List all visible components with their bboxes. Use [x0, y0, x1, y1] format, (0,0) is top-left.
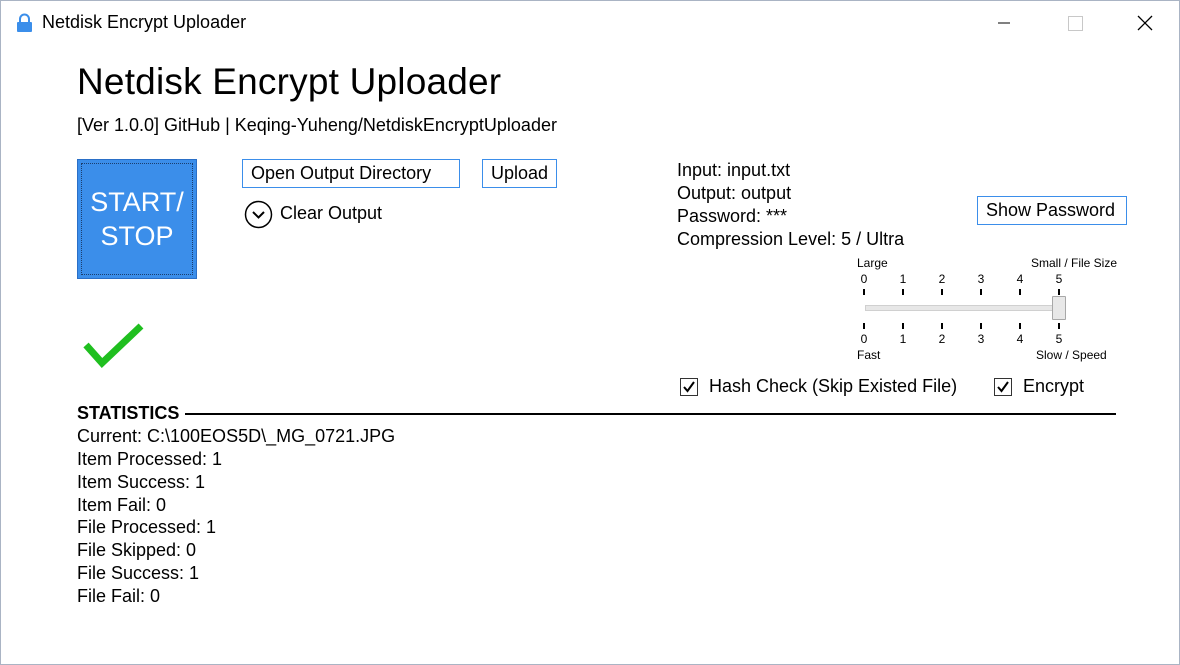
stat-file-skipped: File Skipped: 0 [77, 540, 197, 560]
tick-label-bottom: 4 [1016, 332, 1024, 346]
minimize-button[interactable] [981, 1, 1027, 45]
open-output-directory-button[interactable]: Open Output Directory [242, 159, 460, 188]
check-icon [683, 381, 695, 393]
tick-mark [863, 289, 865, 295]
show-password-button[interactable]: Show Password [977, 196, 1127, 225]
stat-item-fail: Item Fail: 0 [77, 495, 167, 515]
tick-label-bottom: 5 [1055, 332, 1063, 346]
tick-label-bottom: 1 [899, 332, 907, 346]
output-info: Output: output [677, 183, 792, 203]
slider-track[interactable] [865, 305, 1063, 311]
stat-current: Current: C:\100EOS5D\_MG_0721.JPG [77, 426, 396, 446]
tick-mark [980, 289, 982, 295]
slider-bottom-right-label: Slow / Speed [1036, 348, 1107, 362]
version-github-link[interactable]: [Ver 1.0.0] GitHub | Keqing-Yuheng/Netdi… [77, 115, 557, 136]
stat-file-success: File Success: 1 [77, 563, 200, 583]
compression-level-info: Compression Level: 5 / Ultra [677, 229, 905, 249]
stat-file-fail: File Fail: 0 [77, 586, 161, 606]
app-window: Netdisk Encrypt Uploader Netdisk Encrypt… [0, 0, 1180, 665]
close-icon [1137, 15, 1153, 31]
chevron-down-circle-icon [244, 200, 273, 229]
tick-label-top: 5 [1055, 272, 1063, 286]
close-button[interactable] [1121, 1, 1167, 45]
tick-label-top: 4 [1016, 272, 1024, 286]
clear-output-label: Clear Output [280, 203, 383, 223]
encrypt-checkbox[interactable]: Encrypt [994, 376, 1104, 398]
slider-top-right-label: Small / File Size [1031, 256, 1118, 270]
checkmark-icon [83, 323, 144, 369]
password-info: Password: *** [677, 206, 788, 226]
maximize-icon [1068, 16, 1083, 31]
window-title: Netdisk Encrypt Uploader [42, 12, 247, 32]
statistics-header: STATISTICS [77, 403, 186, 424]
slider-top-left-label: Large [857, 256, 888, 270]
tick-mark [941, 323, 943, 329]
start-stop-button[interactable]: START/ STOP [77, 159, 197, 279]
tick-mark [1058, 323, 1060, 329]
lock-icon [17, 13, 32, 32]
tick-mark [980, 323, 982, 329]
stat-file-processed: File Processed: 1 [77, 517, 217, 537]
tick-mark [1019, 323, 1021, 329]
checkbox-box[interactable] [994, 378, 1012, 396]
input-info: Input: input.txt [677, 160, 791, 180]
encrypt-label: Encrypt [1023, 376, 1085, 396]
tick-mark [902, 323, 904, 329]
hash-check-checkbox[interactable]: Hash Check (Skip Existed File) [680, 376, 980, 398]
hash-check-label: Hash Check (Skip Existed File) [709, 376, 958, 396]
tick-label-top: 3 [977, 272, 985, 286]
slider-thumb[interactable] [1052, 296, 1066, 320]
tick-mark [941, 289, 943, 295]
tick-mark [1019, 289, 1021, 295]
minimize-icon [998, 22, 1010, 24]
stat-item-processed: Item Processed: 1 [77, 449, 223, 469]
stat-item-success: Item Success: 1 [77, 472, 206, 492]
start-stop-label: START/ STOP [90, 187, 184, 251]
check-icon [997, 381, 1009, 393]
tick-label-bottom: 0 [860, 332, 868, 346]
tick-label-top: 1 [899, 272, 907, 286]
tick-label-top: 2 [938, 272, 946, 286]
slider-bottom-left-label: Fast [857, 348, 881, 362]
page-title: Netdisk Encrypt Uploader [77, 61, 502, 102]
maximize-button[interactable] [1051, 1, 1097, 45]
tick-mark [1058, 289, 1060, 295]
title-bar[interactable]: Netdisk Encrypt Uploader [1, 1, 1179, 45]
tick-mark [902, 289, 904, 295]
tick-label-top: 0 [860, 272, 868, 286]
tick-label-bottom: 2 [938, 332, 946, 346]
upload-button[interactable]: Upload [482, 159, 557, 188]
tick-mark [863, 323, 865, 329]
statistics-divider [77, 413, 1116, 415]
checkbox-box[interactable] [680, 378, 698, 396]
compression-slider[interactable]: Large Small / File Size 0 1 2 3 4 5 0 1 … [853, 256, 1133, 366]
tick-label-bottom: 3 [977, 332, 985, 346]
